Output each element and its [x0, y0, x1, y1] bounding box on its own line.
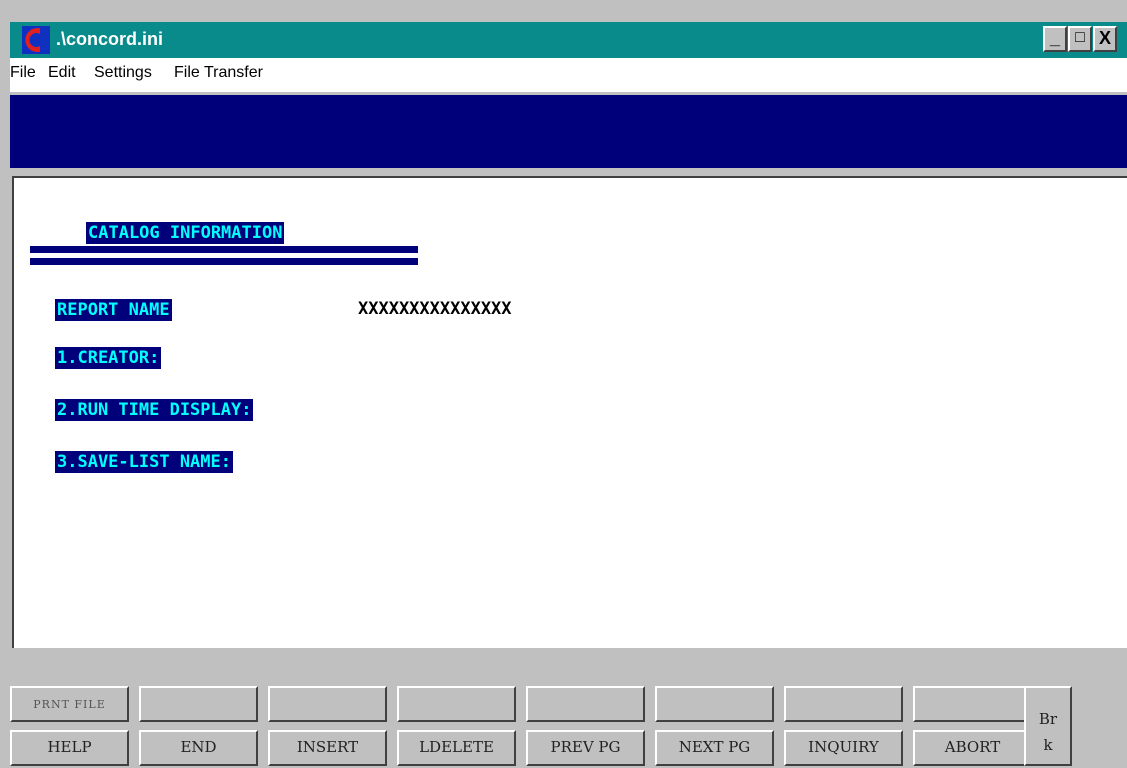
menu-file[interactable]: File	[10, 64, 36, 82]
fkey-top-2[interactable]	[139, 686, 258, 722]
menu-settings[interactable]: Settings	[94, 64, 152, 82]
break-button[interactable]: Br k	[1024, 686, 1072, 766]
function-key-bar: PRNT FILE HELP END INSERT LDELETE PREV P…	[10, 650, 1127, 768]
insert-button[interactable]: INSERT	[268, 730, 387, 766]
menu-bar: File Edit Settings File Transfer	[10, 58, 1127, 92]
fkey-top-1[interactable]: PRNT FILE	[10, 686, 129, 722]
report-name-value: XXXXXXXXXXXXXXX	[358, 299, 512, 319]
fkey-top-6[interactable]	[655, 686, 774, 722]
inquiry-button[interactable]: INQUIRY	[784, 730, 903, 766]
heading-underline-bottom	[30, 258, 418, 265]
end-button[interactable]: END	[139, 730, 258, 766]
fkey-top-5[interactable]	[526, 686, 645, 722]
menu-file-transfer[interactable]: File Transfer	[174, 64, 263, 82]
terminal-window: .\concord.ini _ □ X File Edit Settings F…	[0, 0, 1127, 768]
fkey-top-1-label: PRNT FILE	[33, 698, 106, 711]
terminal-screen[interactable]: CATALOG INFORMATION REPORT NAME XXXXXXXX…	[12, 176, 1127, 648]
help-button[interactable]: HELP	[10, 730, 129, 766]
report-name-label: REPORT NAME	[55, 299, 172, 321]
fkey-top-4[interactable]	[397, 686, 516, 722]
concord-app-icon	[22, 26, 50, 54]
window-title: .\concord.ini	[56, 29, 164, 49]
title-bar[interactable]: .\concord.ini _ □ X	[10, 22, 1127, 58]
heading-underline-top	[30, 246, 418, 253]
fkey-top-3[interactable]	[268, 686, 387, 722]
menu-edit[interactable]: Edit	[48, 64, 76, 82]
break-label-1: Br	[1038, 710, 1058, 728]
prev-page-button[interactable]: PREV PG	[526, 730, 645, 766]
close-button[interactable]: X	[1093, 26, 1117, 52]
break-label-2: k	[1043, 736, 1053, 754]
field-save-list-name: 3.SAVE-LIST NAME:	[55, 451, 233, 473]
fkey-top-8[interactable]	[913, 686, 1032, 722]
ldelete-button[interactable]: LDELETE	[397, 730, 516, 766]
fkey-top-7[interactable]	[784, 686, 903, 722]
status-banner	[10, 95, 1127, 168]
abort-button[interactable]: ABORT	[913, 730, 1032, 766]
page-title: CATALOG INFORMATION	[86, 222, 285, 244]
field-creator: 1.CREATOR:	[55, 347, 162, 369]
next-page-button[interactable]: NEXT PG	[655, 730, 774, 766]
maximize-button[interactable]: □	[1068, 26, 1092, 52]
minimize-button[interactable]: _	[1043, 26, 1067, 52]
field-run-time-display: 2.RUN TIME DISPLAY:	[55, 399, 254, 421]
